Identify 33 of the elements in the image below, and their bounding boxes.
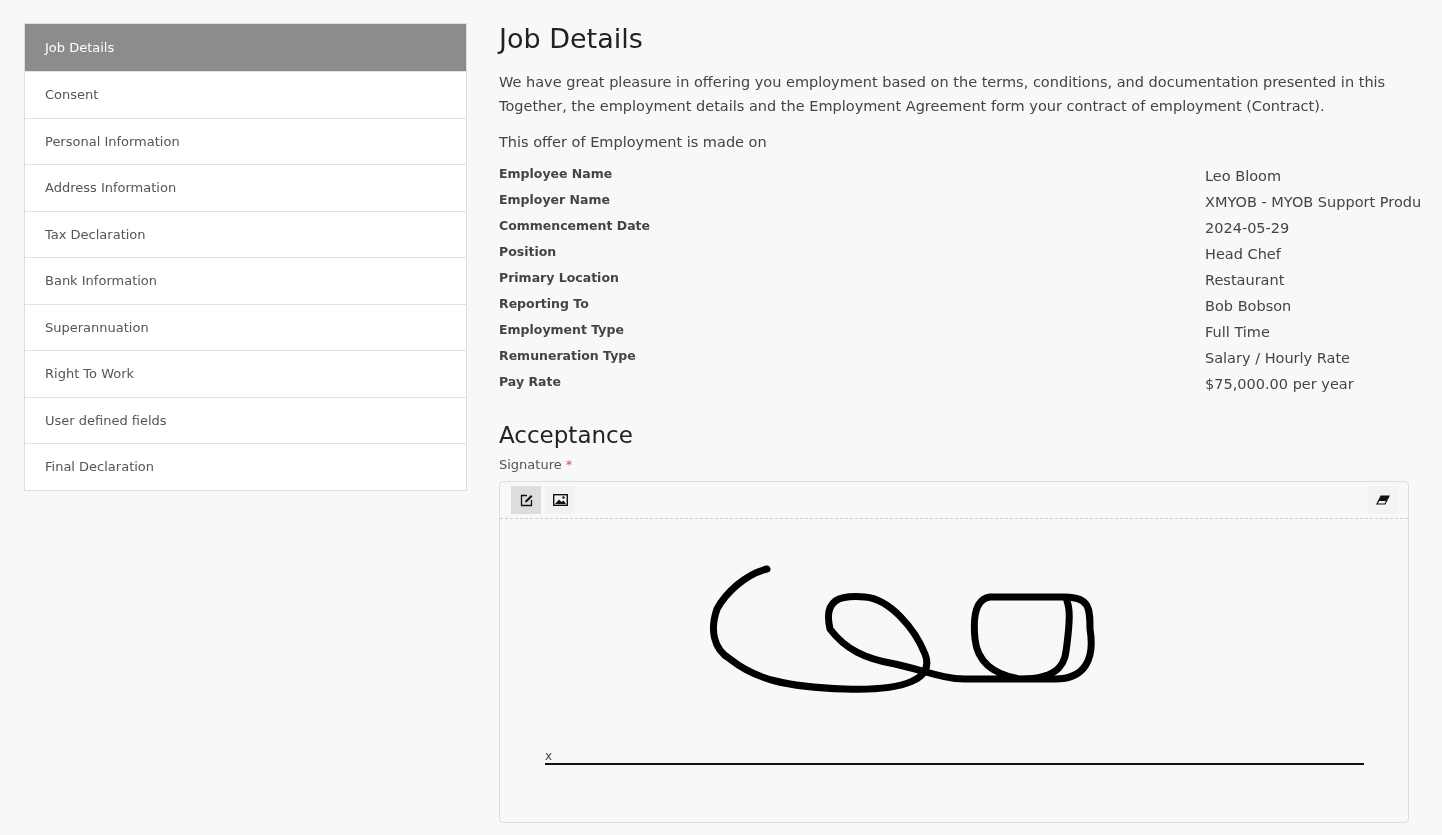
draw-tool-button[interactable] — [511, 486, 541, 514]
section-title: Acceptance — [499, 422, 634, 448]
detail-label: Employment Type — [499, 321, 625, 339]
field-label: Signature — [499, 457, 562, 472]
detail-label: Employee Name — [499, 165, 614, 183]
signature-pad[interactable]: x — [499, 481, 1409, 823]
detail-label: Position — [499, 243, 558, 261]
detail-label: Pay Rate — [499, 373, 562, 391]
detail-value: $75,000.00 per year — [1205, 375, 1355, 394]
detail-value: Head Chef — [1205, 245, 1282, 264]
image-icon — [552, 494, 568, 506]
detail-value: Salary / Hourly Rate — [1205, 349, 1352, 368]
detail-value: Restaurant — [1205, 271, 1286, 290]
detail-value: Full Time — [1205, 323, 1271, 342]
detail-label: Remuneration Type — [499, 347, 637, 365]
sign-here-mark: x — [545, 749, 554, 763]
offer-text: This offer of Employment is made on — [499, 134, 768, 150]
detail-label: Reporting To — [499, 295, 590, 313]
detail-label: Employer Name — [499, 191, 611, 209]
detail-value: 2024-05-29 — [1205, 219, 1291, 238]
required-mark: * — [565, 457, 573, 472]
clear-button[interactable] — [1368, 486, 1398, 514]
page-title: Job Details — [499, 23, 644, 54]
intro-text: Together, the employment details and the Employment Agreement form your contract of employment (Contract). — [499, 97, 1326, 116]
detail-value: XMYOB - MYOB Support Produ — [1205, 193, 1423, 212]
eraser-icon — [1376, 495, 1390, 505]
edit-icon — [519, 493, 533, 507]
detail-label: Commencement Date — [499, 217, 652, 235]
intro-text: We have great pleasure in offering you employment based on the terms, conditions, and documentation presented in this — [499, 73, 1387, 92]
image-tool-button[interactable] — [545, 486, 575, 514]
detail-value: Bob Bobson — [1205, 297, 1293, 316]
detail-value: Leo Bloom — [1205, 167, 1283, 186]
detail-label: Primary Location — [499, 269, 620, 287]
